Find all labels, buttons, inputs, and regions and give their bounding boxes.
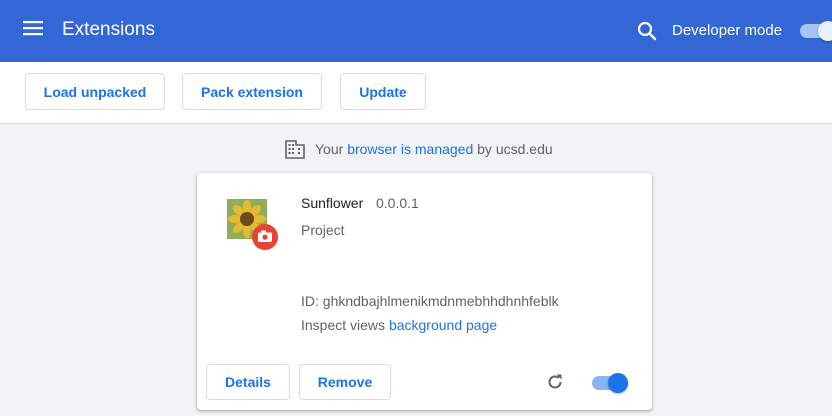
- search-icon[interactable]: [634, 18, 660, 44]
- extension-id: ID: ghkndbajhlmenikmdnmebhhdhnhfeblk: [301, 293, 559, 309]
- sunflower-extension-icon: [227, 199, 278, 250]
- page-title: Extensions: [62, 19, 155, 40]
- managed-suffix: by ucsd.edu: [477, 141, 553, 157]
- extensions-page: Extensions Developer mode Load unpacked …: [0, 0, 832, 416]
- background-page-link[interactable]: background page: [389, 317, 497, 333]
- building-icon: [285, 140, 305, 159]
- header-bar: Extensions Developer mode: [0, 0, 832, 62]
- inspect-views-label: Inspect views: [301, 317, 386, 333]
- extension-version: 0.0.0.1: [376, 195, 419, 211]
- managed-prefix: Your: [315, 141, 344, 157]
- reload-icon[interactable]: [545, 372, 565, 392]
- remove-button[interactable]: Remove: [299, 364, 391, 400]
- browser-managed-link[interactable]: browser is managed: [347, 141, 473, 157]
- toggle-knob: [608, 373, 628, 393]
- developer-mode-toggle[interactable]: [800, 21, 832, 41]
- load-unpacked-button[interactable]: Load unpacked: [25, 73, 165, 110]
- pack-extension-button[interactable]: Pack extension: [182, 73, 322, 110]
- extension-name: Sunflower: [301, 195, 364, 211]
- update-button[interactable]: Update: [340, 73, 426, 110]
- toolbar: Load unpacked Pack extension Update: [0, 62, 832, 124]
- developer-mode-label: Developer mode: [672, 22, 783, 39]
- hamburger-menu-icon[interactable]: [22, 19, 50, 43]
- extension-enable-toggle[interactable]: [592, 373, 630, 393]
- extension-card: Sunflower 0.0.0.1 Project ID: ghkndbajhl…: [197, 173, 652, 410]
- toggle-knob: [818, 21, 832, 41]
- inspect-views: Inspect views background page: [301, 317, 497, 333]
- details-button[interactable]: Details: [206, 364, 290, 400]
- extension-description: Project: [301, 222, 345, 238]
- managed-notice: Your browser is managed by ucsd.edu: [285, 138, 553, 160]
